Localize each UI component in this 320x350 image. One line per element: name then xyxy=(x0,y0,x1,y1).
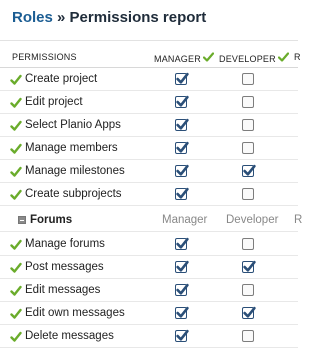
breadcrumb-separator: » xyxy=(52,9,70,26)
permission-row: Select Planio Apps xyxy=(0,114,298,137)
breadcrumb-roles-link[interactable]: Roles xyxy=(12,9,53,26)
forums-group-title: Forums xyxy=(30,214,73,226)
green-check-icon[interactable] xyxy=(10,307,22,319)
forums-group-header[interactable]: Forums Manager Developer R xyxy=(0,207,302,232)
collapse-icon[interactable] xyxy=(18,216,26,224)
green-check-icon[interactable] xyxy=(10,96,22,108)
developer-checkbox[interactable] xyxy=(242,260,256,273)
manager-checkbox[interactable] xyxy=(175,164,189,177)
green-check-icon[interactable] xyxy=(10,330,22,342)
manager-checkbox[interactable] xyxy=(175,329,189,342)
page-title: Roles » Permissions report xyxy=(12,9,206,26)
permission-label: Create project xyxy=(25,73,98,85)
permission-row: Delete messages xyxy=(0,325,298,348)
green-check-icon[interactable] xyxy=(10,284,22,296)
developer-checkbox[interactable] xyxy=(242,119,254,131)
permission-row: Post messages xyxy=(0,256,298,279)
manager-checkbox[interactable] xyxy=(175,95,189,108)
breadcrumb-current: Permissions report xyxy=(69,9,207,26)
forums-manager-label: Manager xyxy=(162,214,208,226)
manager-checkbox[interactable] xyxy=(175,260,189,273)
green-check-icon[interactable] xyxy=(10,73,22,85)
toggle-all-developer-icon[interactable] xyxy=(277,52,289,64)
developer-checkbox[interactable] xyxy=(242,330,254,342)
permission-label: Post messages xyxy=(25,261,104,273)
developer-checkbox[interactable] xyxy=(242,306,256,319)
permission-row: Create subprojects xyxy=(0,183,298,206)
manager-checkbox[interactable] xyxy=(175,187,189,200)
permission-row: Edit messages xyxy=(0,279,298,302)
toggle-all-manager-icon[interactable] xyxy=(202,52,215,64)
column-header-manager[interactable]: MANAGER xyxy=(154,52,215,64)
permission-row: Create project xyxy=(0,68,298,91)
permission-label: Create subprojects xyxy=(25,188,122,200)
green-check-icon[interactable] xyxy=(10,261,22,273)
permission-label: Edit own messages xyxy=(25,307,125,319)
column-header-permissions: PERMISSIONS xyxy=(12,52,77,62)
manager-checkbox[interactable] xyxy=(175,118,189,131)
permission-row: Manage members xyxy=(0,137,298,160)
green-check-icon[interactable] xyxy=(10,188,22,200)
green-check-icon[interactable] xyxy=(10,165,22,177)
permission-label: Delete messages xyxy=(25,330,114,342)
column-header-extra: R xyxy=(294,52,301,62)
column-header-developer-label: DEVELOPER xyxy=(219,54,276,64)
developer-checkbox[interactable] xyxy=(242,164,256,177)
permission-label: Manage forums xyxy=(25,238,105,250)
green-check-icon[interactable] xyxy=(10,142,22,154)
manager-checkbox[interactable] xyxy=(175,306,189,319)
permission-label: Edit project xyxy=(25,96,83,108)
title-divider xyxy=(0,40,298,41)
manager-checkbox[interactable] xyxy=(175,72,189,85)
developer-checkbox[interactable] xyxy=(242,73,254,85)
developer-checkbox[interactable] xyxy=(242,284,254,296)
manager-checkbox[interactable] xyxy=(175,237,189,250)
permission-row: Edit project xyxy=(0,91,298,114)
forums-developer-label: Developer xyxy=(226,214,279,226)
column-header-developer[interactable]: DEVELOPER xyxy=(219,52,289,64)
green-check-icon[interactable] xyxy=(10,238,22,250)
permission-row: Edit own messages xyxy=(0,302,298,325)
permission-label: Edit messages xyxy=(25,284,101,296)
manager-checkbox[interactable] xyxy=(175,141,189,154)
column-header-manager-label: MANAGER xyxy=(154,54,201,64)
permission-row: Manage milestones xyxy=(0,160,298,183)
developer-checkbox[interactable] xyxy=(242,142,254,154)
developer-checkbox[interactable] xyxy=(242,188,254,200)
green-check-icon[interactable] xyxy=(10,119,22,131)
forums-extra-label: R xyxy=(294,214,303,226)
developer-checkbox[interactable] xyxy=(242,96,254,108)
permission-label: Select Planio Apps xyxy=(25,119,121,131)
permission-label: Manage members xyxy=(25,142,118,154)
permission-label: Manage milestones xyxy=(25,165,125,177)
developer-checkbox[interactable] xyxy=(242,238,254,250)
permission-row: Manage forums xyxy=(0,233,298,256)
manager-checkbox[interactable] xyxy=(175,283,189,296)
